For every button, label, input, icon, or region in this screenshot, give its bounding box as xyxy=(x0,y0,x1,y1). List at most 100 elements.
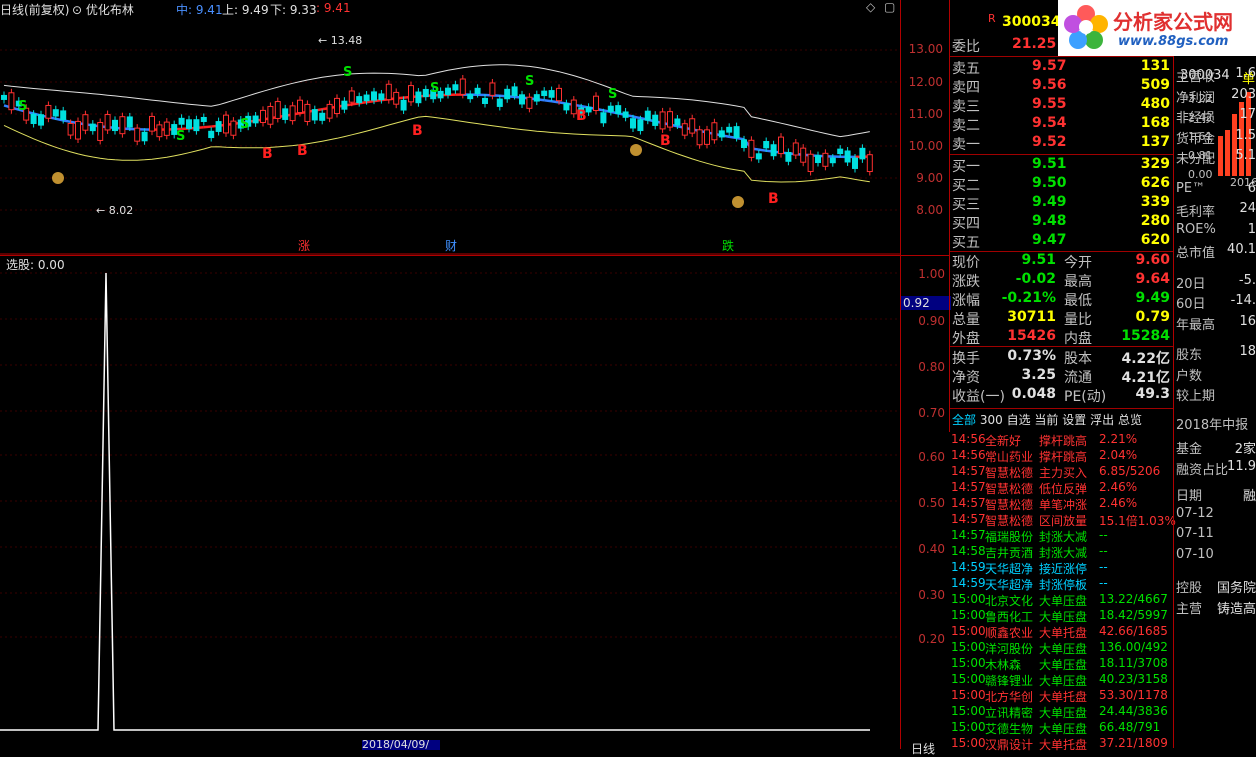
feed-stock: 全新好 xyxy=(985,432,1021,449)
feed-item[interactable]: 14:57福瑞股份封涨大减-- xyxy=(951,528,1173,544)
finance-value: 1.5 xyxy=(1235,128,1256,143)
feed-value: 40.23/3158 xyxy=(1099,672,1168,686)
feed-item[interactable]: 15:00顺鑫农业大单托盘42.66/1685 xyxy=(951,624,1173,640)
tab-current[interactable]: 当前 xyxy=(1034,413,1058,427)
finance-row: 控股国务院 xyxy=(1176,577,1256,596)
indicator-chart[interactable] xyxy=(0,255,900,748)
finance-row: 日期融 xyxy=(1176,485,1256,504)
finance-label: 控股 xyxy=(1176,581,1202,596)
candle-body xyxy=(512,87,517,96)
ask-row[interactable]: 卖二9.54168 xyxy=(950,115,1174,134)
candle-body xyxy=(616,106,621,114)
feed-stock: 天华超净 xyxy=(985,576,1033,593)
mid-band-segment xyxy=(552,101,559,102)
finance-row: 货币金1.5 xyxy=(1176,128,1256,147)
sell-marker: S xyxy=(525,74,534,89)
candle-body xyxy=(490,83,495,95)
period-footer: 日线 xyxy=(911,740,935,757)
candle-body xyxy=(601,113,606,123)
candle-body xyxy=(68,123,73,135)
bid-label: 买一 xyxy=(952,156,980,176)
feed-item[interactable]: 15:00北方华创大单托盘53.30/1178 xyxy=(951,688,1173,704)
finance-value: 5.1 xyxy=(1235,148,1256,163)
window-icon[interactable]: ▢ xyxy=(884,0,895,14)
tab-settings[interactable]: 设置 xyxy=(1062,413,1086,427)
period-label[interactable]: 日线(前复权) xyxy=(0,1,69,18)
feed-item[interactable]: 14:57智慧松德区间放量15.1倍1.03% xyxy=(951,512,1173,528)
tab-watchlist[interactable]: 自选 xyxy=(1007,413,1031,427)
logo-url: www.88gs.com xyxy=(1118,34,1228,49)
finance-row: 年最高16 xyxy=(1176,314,1256,333)
bid-row[interactable]: 买三9.49339 xyxy=(950,194,1174,213)
indicator-select[interactable]: ⊙ 优化布林 xyxy=(72,1,134,18)
feed-stock: 智慧松德 xyxy=(985,480,1033,497)
lower-band-line xyxy=(4,116,870,182)
feed-item[interactable]: 14:57智慧松德主力买入6.85/5206 xyxy=(951,464,1173,480)
feed-time: 14:57 xyxy=(951,512,986,526)
feed-stock: 智慧松德 xyxy=(985,512,1033,529)
feed-event: 大单托盘 xyxy=(1039,624,1087,641)
finance-row: 2018年中报 xyxy=(1176,414,1256,433)
feed-item[interactable]: 14:57智慧松德低位反弹2.46% xyxy=(951,480,1173,496)
fundamental-label: PE(动) xyxy=(1064,386,1106,406)
feed-item[interactable]: 15:00木林森大单压盘18.11/3708 xyxy=(951,656,1173,672)
feed-item[interactable]: 15:00洋河股份大单压盘136.00/492 xyxy=(951,640,1173,656)
kline-chart[interactable]: BBBBBBSSSSSSS← 13.48← 8.02涨财跌 xyxy=(0,0,900,255)
tab-overview[interactable]: 总览 xyxy=(1118,413,1142,427)
ask-row[interactable]: 卖三9.55480 xyxy=(950,96,1174,115)
feed-item[interactable]: 14:58吉井贡酒封涨大减-- xyxy=(951,544,1173,560)
candle-body xyxy=(801,148,806,162)
bid-price: 9.50 xyxy=(1032,175,1067,191)
feed-stock: 福瑞股份 xyxy=(985,528,1033,545)
candle-body xyxy=(786,152,791,161)
candle-body xyxy=(549,91,554,98)
feed-item[interactable]: 15:00立讯精密大单压盘24.44/3836 xyxy=(951,704,1173,720)
candle-body xyxy=(46,105,51,118)
feed-item[interactable]: 15:00鲁西化工大单压盘18.42/5997 xyxy=(951,608,1173,624)
stock-code[interactable]: 300034 xyxy=(1002,14,1060,30)
feed-time: 15:00 xyxy=(951,608,986,622)
price-tick: 11.00 xyxy=(909,107,943,121)
candle-body xyxy=(608,106,613,111)
bid-row[interactable]: 买四9.48280 xyxy=(950,213,1174,232)
feed-time: 14:57 xyxy=(951,464,986,478)
tab-300[interactable]: 300 xyxy=(980,413,1003,427)
expand-icon[interactable]: ◇ xyxy=(866,0,875,14)
stat-label: 外盘 xyxy=(952,328,980,348)
stat-value: 15284 xyxy=(1121,328,1170,344)
candle-body xyxy=(771,145,776,156)
buy-marker: B xyxy=(297,143,308,159)
feed-item[interactable]: 14:59天华超净封涨停板-- xyxy=(951,576,1173,592)
bid-row[interactable]: 买一9.51329 xyxy=(950,156,1174,175)
feed-item[interactable]: 15:00汉鼎设计大单托盘37.21/1809 xyxy=(951,736,1173,752)
finance-value: 铸造高 xyxy=(1217,598,1256,617)
candle-body xyxy=(690,119,695,133)
bid-row[interactable]: 买五9.47620 xyxy=(950,232,1174,251)
feed-value: 2.46% xyxy=(1099,496,1137,510)
feed-item[interactable]: 15:00艾德生物大单压盘66.48/791 xyxy=(951,720,1173,736)
feed-value: -- xyxy=(1099,528,1108,542)
ask-row[interactable]: 卖四9.56509 xyxy=(950,77,1174,96)
ask-row[interactable]: 卖五9.57131 xyxy=(950,58,1174,77)
candle-body xyxy=(697,130,702,145)
feed-item[interactable]: 15:00北京文化大单压盘13.22/4667 xyxy=(951,592,1173,608)
ask-price: 9.56 xyxy=(1032,77,1067,93)
feed-item[interactable]: 14:59天华超净接近涨停-- xyxy=(951,560,1173,576)
candle-body xyxy=(594,96,599,110)
logo-title: 分析家公式网 xyxy=(1113,6,1233,35)
last-value: : 9.41 xyxy=(316,1,351,15)
finance-value: 6 xyxy=(1248,181,1256,196)
candle-body xyxy=(216,122,221,132)
finance-label: 融资占比 xyxy=(1176,463,1228,478)
feed-time: 14:59 xyxy=(951,560,986,574)
ask-row[interactable]: 卖一9.52137 xyxy=(950,134,1174,153)
tab-all[interactable]: 全部 xyxy=(952,413,976,427)
feed-item[interactable]: 14:56全新好撑杆跳高2.21% xyxy=(951,432,1173,448)
tab-float[interactable]: 浮出 xyxy=(1090,413,1114,427)
feed-item[interactable]: 15:00赣锋锂业大单压盘40.23/3158 xyxy=(951,672,1173,688)
indicator-tick: 0.20 xyxy=(918,632,945,646)
fin-axis-tick: 0.00 xyxy=(1188,168,1213,181)
bid-row[interactable]: 买二9.50626 xyxy=(950,175,1174,194)
feed-item[interactable]: 14:57智慧松德单笔冲涨2.46% xyxy=(951,496,1173,512)
feed-item[interactable]: 14:56常山药业撑杆跳高2.04% xyxy=(951,448,1173,464)
